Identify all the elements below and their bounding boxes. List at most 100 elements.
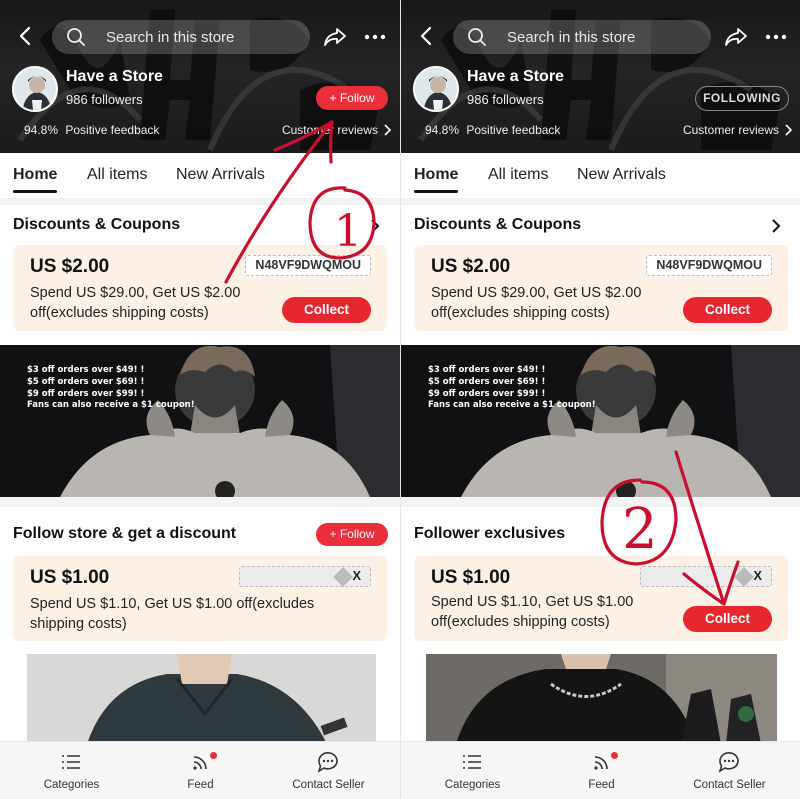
customer-reviews-link[interactable]: Customer reviews xyxy=(682,123,793,137)
product-photo[interactable] xyxy=(426,654,777,744)
store-name: Have a Store xyxy=(467,68,564,85)
list-icon xyxy=(62,755,80,769)
nav-label: Feed xyxy=(588,779,615,791)
coupon-code: N48VF9DWQMOU xyxy=(245,255,371,276)
promo-line: Fans can also receive a $1 coupon! xyxy=(428,400,596,411)
chat-bubble-icon xyxy=(718,752,739,773)
more-options-icon[interactable] xyxy=(763,24,789,50)
chevron-right-icon xyxy=(785,124,793,136)
customer-reviews-label: Customer reviews xyxy=(281,123,378,137)
collect-button[interactable]: Collect xyxy=(683,606,772,632)
coupon-description-line2: shipping costs) xyxy=(30,616,127,632)
store-avatar[interactable] xyxy=(12,66,58,112)
promo-line: Fans can also receive a $1 coupon! xyxy=(27,400,195,411)
feed-icon xyxy=(193,756,207,770)
search-input[interactable] xyxy=(106,20,301,54)
nav-label: Feed xyxy=(187,779,214,791)
chevron-right-icon[interactable] xyxy=(769,218,783,234)
search-input[interactable] xyxy=(507,20,702,54)
chevron-right-icon xyxy=(384,124,392,136)
more-options-icon[interactable] xyxy=(362,24,388,50)
store-header: Have a Store 986 followers FOLLOWING 94.… xyxy=(401,0,800,153)
follower-exclusives-title: Follower exclusives xyxy=(414,525,566,542)
promo-banner[interactable]: $3 off orders over $49! ! $5 off orders … xyxy=(401,345,800,497)
feed-icon xyxy=(594,756,608,770)
back-arrow-icon[interactable] xyxy=(415,24,439,48)
search-icon xyxy=(67,28,85,46)
store-avatar[interactable] xyxy=(413,66,459,112)
following-button[interactable]: FOLLOWING xyxy=(695,86,789,111)
follow-discount-title: Follow store & get a discount xyxy=(13,525,237,542)
follower-count: 986 followers xyxy=(66,92,143,107)
customer-reviews-label: Customer reviews xyxy=(682,123,779,137)
divider xyxy=(0,497,400,507)
promo-banner[interactable]: $3 off orders over $49! ! $5 off orders … xyxy=(0,345,400,497)
tab-new-arrivals[interactable]: New Arrivals xyxy=(577,166,666,184)
coupon-amount: US $1.00 xyxy=(30,567,110,588)
nav-categories[interactable]: Categories xyxy=(406,742,539,799)
positive-feedback: 94.8% Positive feedback xyxy=(425,123,560,137)
promo-line: $9 off orders over $99! ! xyxy=(27,388,145,399)
feedback-percentage: 94.8% xyxy=(24,123,59,137)
screen-after-follow: Have a Store 986 followers FOLLOWING 94.… xyxy=(400,0,800,799)
nav-categories[interactable]: Categories xyxy=(5,742,138,799)
masked-coupon-code: X xyxy=(239,566,371,587)
spacer xyxy=(0,331,400,345)
coupon-amount: US $2.00 xyxy=(431,256,511,277)
nav-label: Categories xyxy=(43,779,100,791)
nav-contact-seller[interactable]: Contact Seller xyxy=(262,742,395,799)
tab-new-arrivals[interactable]: New Arrivals xyxy=(176,166,265,184)
discounts-section-title: Discounts & Coupons xyxy=(13,216,181,233)
nav-label: Categories xyxy=(444,779,501,791)
promo-line: $3 off orders over $49! ! xyxy=(428,365,546,375)
divider xyxy=(401,497,800,507)
bottom-navigation: Categories Feed Contact Seller xyxy=(0,741,400,799)
tab-all-items[interactable]: All items xyxy=(87,166,147,184)
follow-button-secondary[interactable]: + Follow xyxy=(316,523,388,546)
store-search-bar[interactable] xyxy=(453,20,711,54)
screen-before-follow: Have a Store 986 followers + Follow 94.8… xyxy=(0,0,400,799)
bottom-navigation: Categories Feed Contact Seller xyxy=(401,741,800,799)
coupon-amount: US $2.00 xyxy=(30,256,110,277)
collect-button[interactable]: Collect xyxy=(282,297,371,323)
list-icon xyxy=(463,755,481,769)
nav-label: Contact Seller xyxy=(693,779,766,791)
tag-icon xyxy=(333,567,353,587)
banner-promo-text: $3 off orders over $49! ! $5 off orders … xyxy=(428,365,596,412)
masked-code-mark: X xyxy=(352,568,361,583)
chevron-right-icon[interactable] xyxy=(368,218,382,234)
promo-line: $5 off orders over $69! ! xyxy=(428,376,546,387)
tab-all-items[interactable]: All items xyxy=(488,166,548,184)
back-arrow-icon[interactable] xyxy=(14,24,38,48)
spacer xyxy=(401,331,800,345)
nav-label: Contact Seller xyxy=(292,779,365,791)
product-photo[interactable] xyxy=(27,654,376,744)
promo-line: $9 off orders over $99! ! xyxy=(428,388,546,399)
nav-contact-seller[interactable]: Contact Seller xyxy=(663,742,796,799)
coupon-card: US $2.00 N48VF9DWQMOU Spend US $29.00, G… xyxy=(414,245,788,331)
coupon-description: Spend US $1.10, Get US $1.00 xyxy=(431,594,634,610)
promo-line: $5 off orders over $69! ! xyxy=(27,376,145,387)
masked-code-mark: X xyxy=(753,568,762,583)
feedback-label: Positive feedback xyxy=(466,123,561,137)
nav-feed[interactable]: Feed xyxy=(535,742,668,799)
follow-button[interactable]: + Follow xyxy=(316,86,388,110)
collect-button[interactable]: Collect xyxy=(683,297,772,323)
divider xyxy=(0,199,400,205)
store-tabs: Home All items New Arrivals xyxy=(401,153,800,199)
store-search-bar[interactable] xyxy=(52,20,310,54)
customer-reviews-link[interactable]: Customer reviews xyxy=(281,123,392,137)
tab-home[interactable]: Home xyxy=(414,166,459,193)
notification-dot xyxy=(210,752,217,759)
coupon-amount: US $1.00 xyxy=(431,567,511,588)
share-icon[interactable] xyxy=(322,24,348,50)
notification-dot xyxy=(611,752,618,759)
divider xyxy=(401,199,800,205)
nav-feed[interactable]: Feed xyxy=(134,742,267,799)
follower-coupon-card: US $1.00 X Spend US $1.10, Get US $1.00 … xyxy=(13,556,387,641)
coupon-description-line2: off(excludes shipping costs) xyxy=(431,305,610,321)
store-tabs: Home All items New Arrivals xyxy=(0,153,400,199)
share-icon[interactable] xyxy=(723,24,749,50)
tab-home[interactable]: Home xyxy=(13,166,58,193)
search-icon xyxy=(468,28,486,46)
